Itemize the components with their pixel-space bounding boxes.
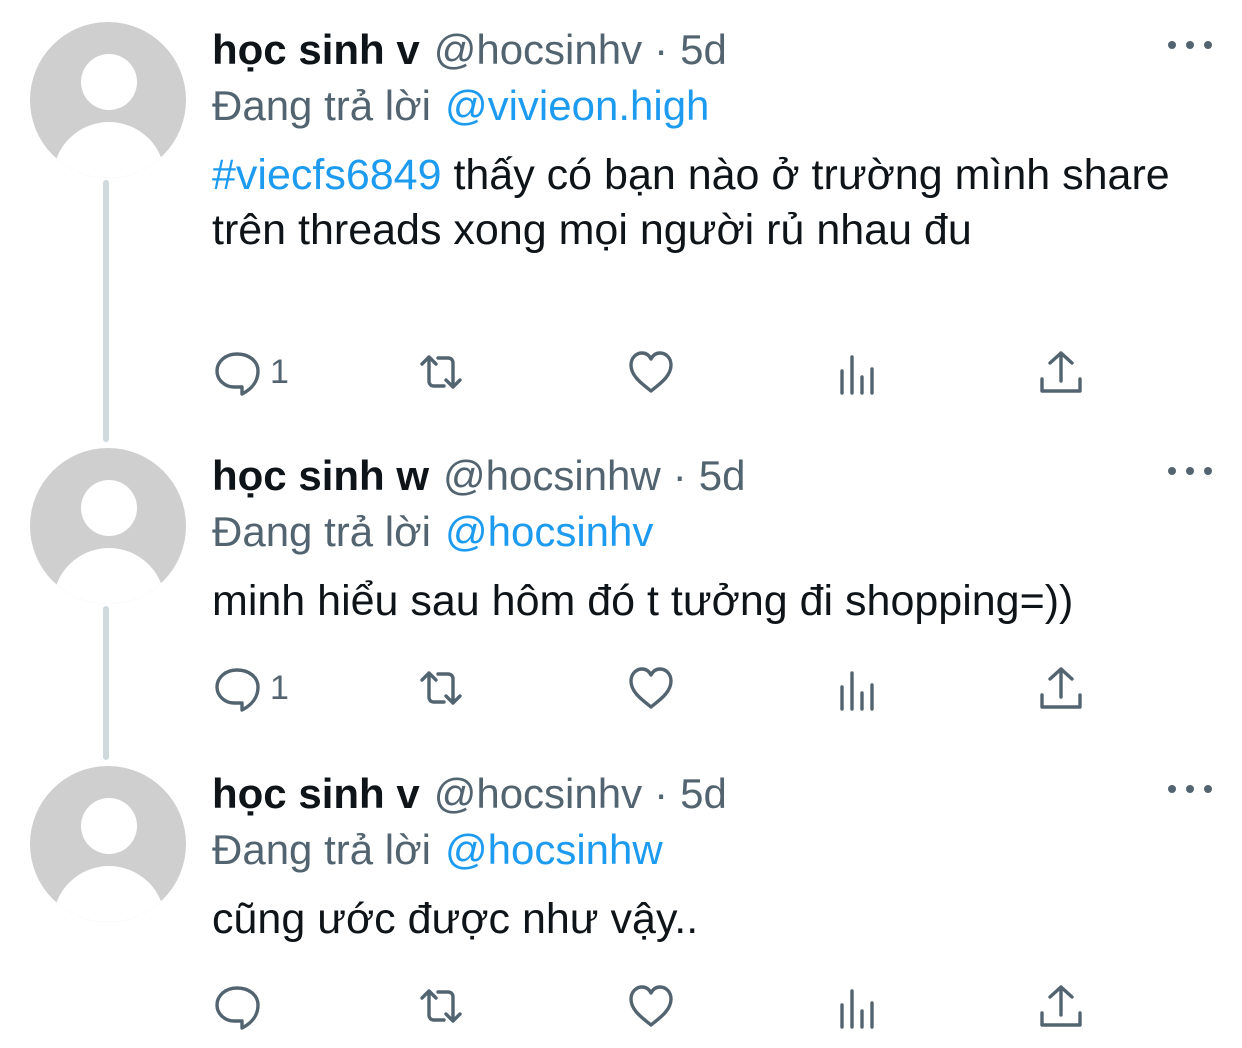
more-icon[interactable] — [1168, 456, 1212, 486]
reply-count: 1 — [270, 352, 289, 391]
timestamp[interactable]: 5d — [680, 24, 727, 76]
tweet-header: học sinh v @hocsinhv · 5d — [212, 768, 727, 820]
retweet-icon — [420, 355, 462, 389]
comment-icon — [215, 668, 260, 712]
like-button[interactable] — [626, 658, 676, 718]
replying-to-mention[interactable]: @vivieon.high — [445, 82, 709, 129]
hashtag-link[interactable]: #viecfs6849 — [212, 151, 442, 199]
user-handle[interactable]: @hocsinhv — [434, 768, 642, 820]
replying-to-label: Đang trả lời — [212, 826, 431, 873]
reply-thread: học sinh v @hocsinhv · 5d Đang trả lời @v… — [0, 0, 1242, 1048]
avatar-head-shape — [81, 480, 137, 536]
tweet[interactable]: học sinh v @hocsinhv · 5d Đang trả lời @h… — [0, 744, 1242, 1048]
replying-to: Đang trả lời @hocsinhv — [212, 506, 653, 558]
user-handle[interactable]: @hocsinhv — [434, 24, 642, 76]
tweet-actions — [212, 976, 1112, 1036]
display-name[interactable]: học sinh w — [212, 450, 429, 502]
views-button[interactable] — [834, 658, 884, 718]
separator-dot: · — [672, 452, 687, 499]
avatar-head-shape — [81, 798, 137, 854]
replying-to: Đang trả lời @vivieon.high — [212, 80, 709, 132]
timestamp[interactable]: 5d — [699, 450, 746, 502]
heart-icon — [629, 985, 673, 1027]
tweet-actions: 1 — [212, 658, 1112, 718]
views-button[interactable] — [834, 342, 884, 402]
reply-button[interactable]: 1 — [212, 342, 289, 402]
share-button[interactable] — [1036, 658, 1086, 718]
default-avatar-icon[interactable] — [30, 448, 186, 604]
heart-icon — [629, 351, 673, 393]
tweet-header: học sinh v @hocsinhv · 5d — [212, 24, 727, 76]
avatar-body-shape — [53, 866, 165, 922]
share-button[interactable] — [1036, 342, 1086, 402]
views-icon — [840, 671, 874, 711]
comment-icon — [215, 352, 260, 396]
more-icon[interactable] — [1168, 774, 1212, 804]
display-name[interactable]: học sinh v — [212, 24, 420, 76]
views-icon — [840, 355, 874, 395]
user-handle[interactable]: @hocsinhw — [443, 450, 661, 502]
separator-dot: · — [654, 770, 669, 817]
share-icon — [1040, 667, 1082, 709]
tweet-actions: 1 — [212, 342, 1112, 402]
share-button[interactable] — [1036, 976, 1086, 1036]
retweet-icon — [420, 671, 462, 705]
avatar-body-shape — [53, 122, 165, 178]
tweet-text: minh hiểu sau hôm đó t tưởng đi shopping… — [212, 577, 1074, 625]
timestamp[interactable]: 5d — [680, 768, 727, 820]
like-button[interactable] — [626, 342, 676, 402]
display-name[interactable]: học sinh v — [212, 768, 420, 820]
replying-to-mention[interactable]: @hocsinhv — [445, 508, 653, 555]
retweet-icon — [420, 989, 462, 1023]
more-icon[interactable] — [1168, 30, 1212, 60]
share-icon — [1040, 351, 1082, 393]
replying-to-mention[interactable]: @hocsinhw — [445, 826, 663, 873]
tweet[interactable]: học sinh w @hocsinhw · 5d Đang trả lời @h… — [0, 426, 1242, 746]
default-avatar-icon[interactable] — [30, 22, 186, 178]
replying-to-label: Đang trả lời — [212, 508, 431, 555]
tweet[interactable]: học sinh v @hocsinhv · 5d Đang trả lời @v… — [0, 0, 1242, 430]
reply-button[interactable]: 1 — [212, 658, 289, 718]
views-button[interactable] — [834, 976, 884, 1036]
retweet-button[interactable] — [416, 976, 466, 1036]
replying-to: Đang trả lời @hocsinhw — [212, 824, 663, 876]
avatar-body-shape — [53, 548, 165, 604]
share-icon — [1040, 985, 1082, 1027]
tweet-text: cũng ước được như vậy.. — [212, 895, 699, 943]
separator-dot: · — [654, 26, 669, 73]
reply-count: 1 — [270, 668, 289, 707]
heart-icon — [629, 667, 673, 709]
views-icon — [840, 989, 874, 1029]
retweet-button[interactable] — [416, 342, 466, 402]
reply-button[interactable] — [212, 976, 270, 1036]
default-avatar-icon[interactable] — [30, 766, 186, 922]
retweet-button[interactable] — [416, 658, 466, 718]
comment-icon — [215, 986, 260, 1030]
avatar-head-shape — [81, 54, 137, 110]
like-button[interactable] — [626, 976, 676, 1036]
tweet-header: học sinh w @hocsinhw · 5d — [212, 450, 745, 502]
replying-to-label: Đang trả lời — [212, 82, 431, 129]
tweet-text: #viecfs6849 thấy có bạn nào ở trường mìn… — [212, 148, 1202, 258]
